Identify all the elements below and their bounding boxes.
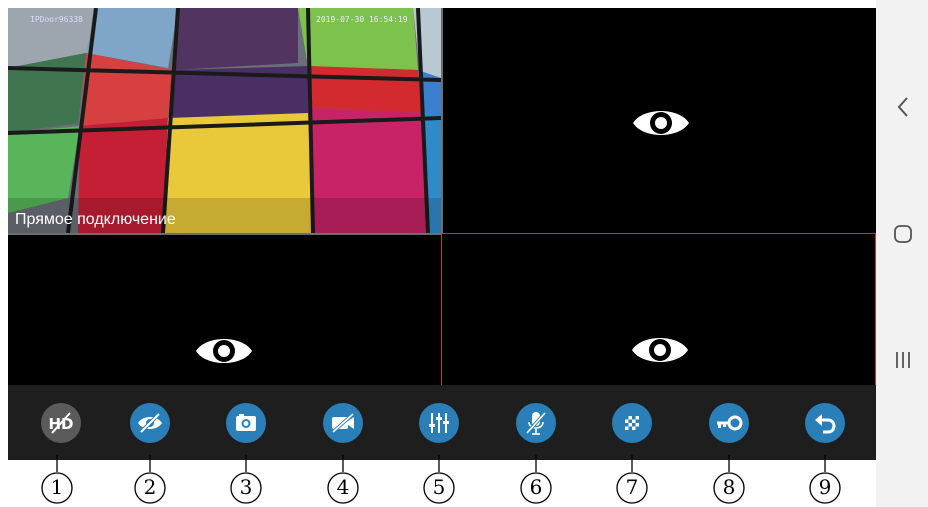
callout-2: 2 [134, 472, 166, 504]
callout-number: 4 [336, 475, 350, 499]
hd-off-icon: HD [48, 412, 74, 434]
video-grid: IPDoor96338 2019-07-30 16:54:19 Прямое п… [8, 8, 876, 460]
camera-image [8, 8, 441, 233]
connection-status-label: Прямое подключение [15, 211, 176, 228]
back-button[interactable] [805, 403, 845, 443]
android-navigation-bar [876, 0, 928, 507]
camera-id-label: IPDoor96338 [30, 15, 83, 24]
snapshot-button[interactable] [226, 403, 266, 443]
mic-off-icon [525, 411, 547, 435]
callout-number: 6 [529, 475, 543, 499]
callout-4: 4 [327, 472, 359, 504]
callout-number: 1 [50, 475, 64, 499]
camera-timestamp: 2019-07-30 16:54:19 [316, 15, 408, 24]
callout-number: 3 [239, 475, 253, 499]
key-icon [717, 415, 743, 431]
callout-3: 3 [230, 472, 262, 504]
callout-5: 5 [423, 472, 455, 504]
callout-number: 7 [625, 475, 639, 499]
camera-feed-1[interactable]: IPDoor96338 2019-07-30 16:54:19 Прямое п… [8, 8, 441, 233]
callout-number: 9 [818, 475, 832, 499]
hide-view-button[interactable] [130, 403, 170, 443]
callout-number: 5 [432, 475, 446, 499]
unlock-door-button[interactable] [709, 403, 749, 443]
camera-feed-2[interactable] [443, 8, 876, 233]
callout-number: 2 [143, 475, 157, 499]
eye-icon [632, 338, 688, 362]
mosaic-button[interactable] [612, 403, 652, 443]
nav-back-icon[interactable] [896, 96, 910, 118]
mosaic-icon [625, 416, 639, 430]
video-off-icon [331, 412, 355, 434]
record-button[interactable] [323, 403, 363, 443]
hd-toggle-button[interactable]: HD [41, 403, 81, 443]
eye-off-icon [138, 412, 162, 434]
callout-8: 8 [713, 472, 745, 504]
callout-7: 7 [616, 472, 648, 504]
back-icon [815, 414, 836, 434]
callout-6: 6 [520, 472, 552, 504]
control-toolbar: HD [8, 385, 876, 460]
callout-number: 8 [722, 475, 736, 499]
nav-home-icon[interactable] [893, 224, 913, 244]
equalizer-icon [429, 413, 449, 433]
settings-sliders-button[interactable] [419, 403, 459, 443]
microphone-button[interactable] [516, 403, 556, 443]
camera-icon [236, 414, 256, 431]
eye-icon [196, 339, 252, 363]
eye-icon [633, 111, 689, 135]
nav-recents-icon[interactable] [893, 350, 913, 370]
callout-1: 1 [41, 472, 73, 504]
callout-9: 9 [809, 472, 841, 504]
